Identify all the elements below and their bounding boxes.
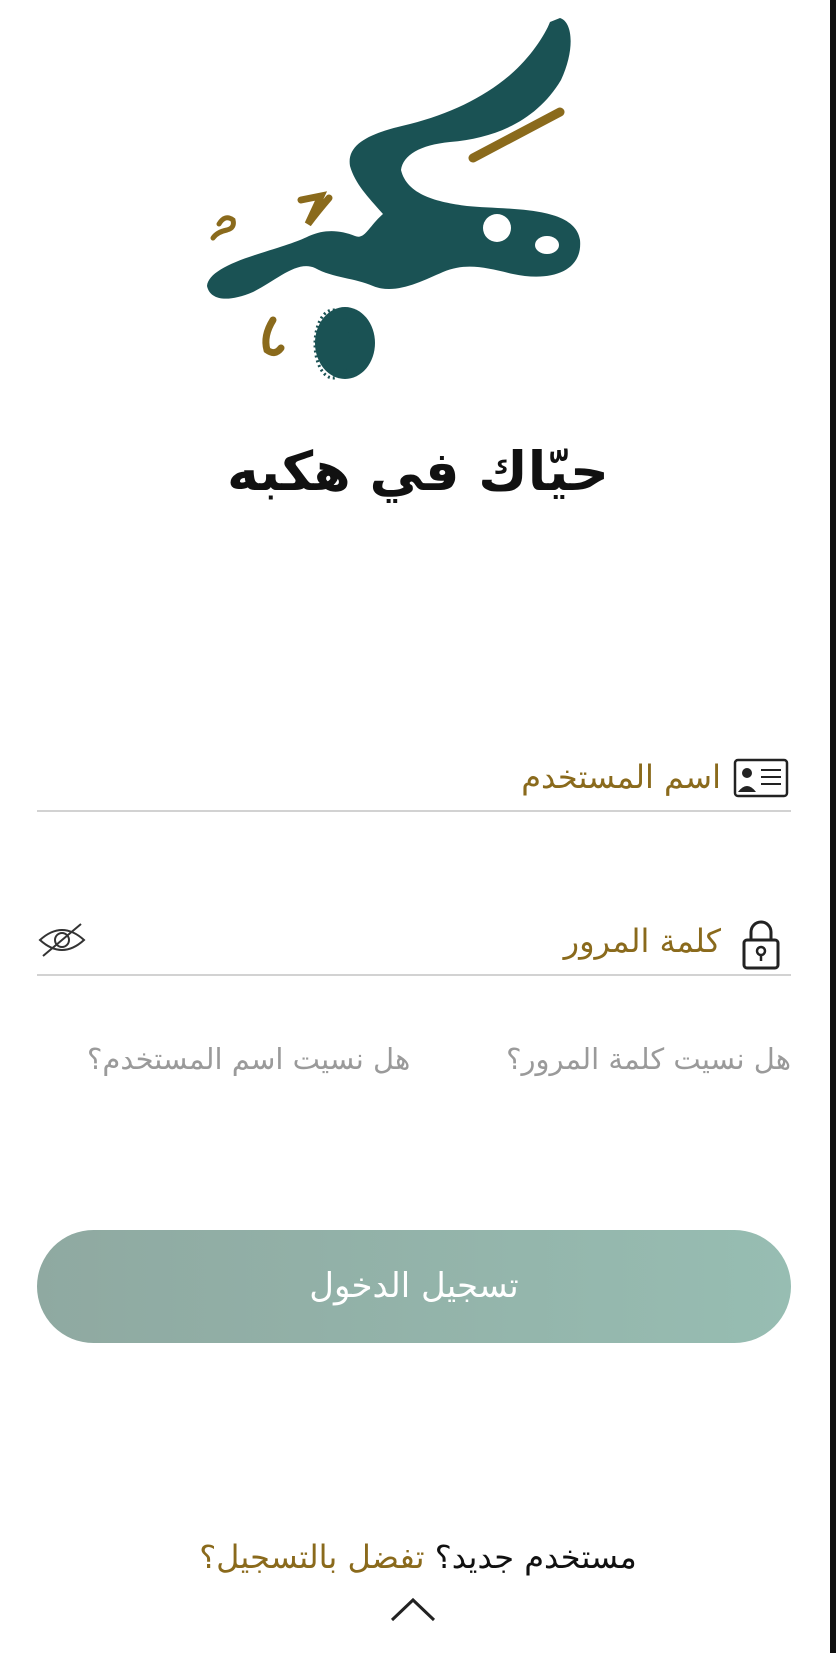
forgot-password-link[interactable]: هل نسيت كلمة المرور؟	[506, 1042, 791, 1076]
signup-row: مستخدم جديد؟ تفضل بالتسجيل؟	[0, 1538, 836, 1576]
password-field[interactable]: كلمة المرور	[37, 914, 791, 976]
forgot-username-link[interactable]: هل نسيت اسم المستخدم؟	[87, 1042, 410, 1076]
username-field[interactable]: اسم المستخدم	[37, 750, 791, 812]
welcome-title: حيّاك في هكبه	[227, 440, 609, 503]
screen-edge	[830, 0, 836, 1653]
signup-link[interactable]: تفضل بالتسجيل؟	[199, 1538, 424, 1576]
login-screen: حيّاك في هكبه اسم المستخدم كلمة المرور ه…	[0, 0, 836, 1653]
id-card-icon	[733, 758, 789, 798]
login-button[interactable]: تسجيل الدخول	[37, 1230, 791, 1343]
hakaba-logo	[207, 18, 581, 380]
username-label: اسم المستخدم	[521, 758, 721, 796]
password-label: كلمة المرور	[563, 922, 721, 960]
signup-prompt: مستخدم جديد؟	[434, 1538, 637, 1576]
chevron-up-icon[interactable]	[388, 1594, 438, 1624]
eye-off-icon[interactable]	[37, 920, 87, 960]
lock-icon	[742, 920, 780, 970]
